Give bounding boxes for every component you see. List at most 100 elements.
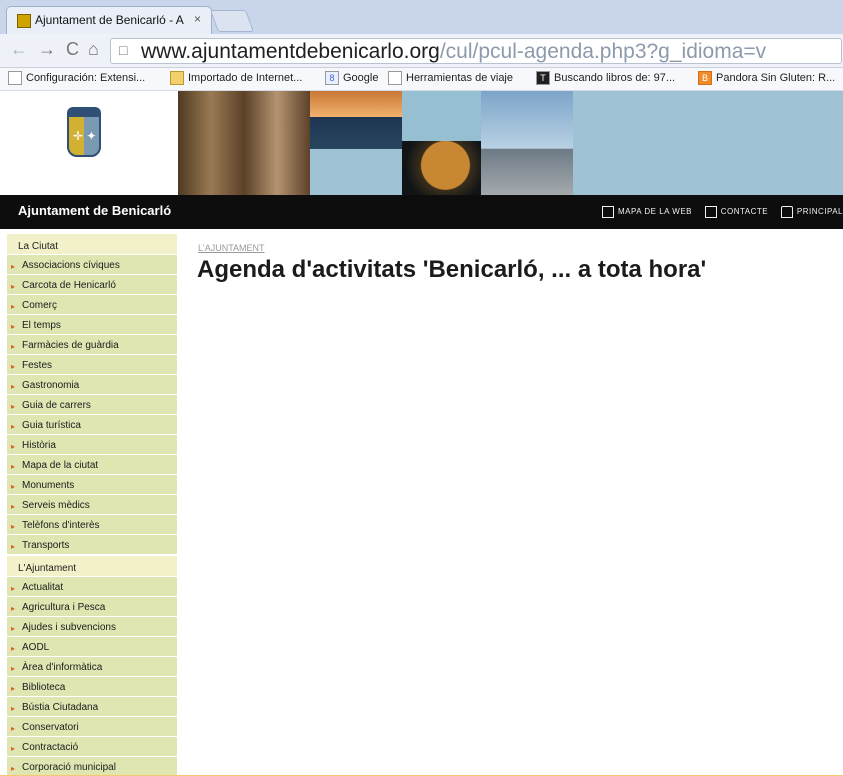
sidebar-item[interactable]: ▸ Gastronomia xyxy=(7,374,177,394)
arrow-icon: ▸ xyxy=(11,342,16,351)
arrow-icon: ▸ xyxy=(11,542,16,551)
sidebar-item[interactable]: ▸ Contractació xyxy=(7,736,177,756)
sidebar-item[interactable]: ▸ Telèfons d'interès xyxy=(7,514,177,534)
url-host: www.ajuntamentdebenicarlo.org xyxy=(141,40,440,63)
arrow-icon: ▸ xyxy=(11,322,16,331)
bookmark-label: Pandora Sin Gluten: R... xyxy=(716,71,836,84)
bookmark-item[interactable]: Importado de Internet... xyxy=(170,71,302,87)
arrow-icon: ▸ xyxy=(11,724,16,733)
bookmark-label: Buscando libros de: 97... xyxy=(554,71,676,84)
arrow-icon: ▸ xyxy=(11,382,16,391)
arrow-icon: ▸ xyxy=(11,624,16,633)
sidebar-item[interactable]: ▸ Història xyxy=(7,434,177,454)
arrow-icon: ▸ xyxy=(11,522,16,531)
bookmark-item[interactable]: Configuración: Extensi... xyxy=(8,71,145,87)
url-text[interactable]: www.ajuntamentdebenicarlo.org/cul/pcul-a… xyxy=(141,40,766,64)
sidebar-item[interactable]: ▸ Farmàcies de guàrdia xyxy=(7,334,177,354)
sidebar-item[interactable]: ▸ Bústia Ciutadana xyxy=(7,696,177,716)
bookmark-label: Configuración: Extensi... xyxy=(26,71,146,84)
sidebar-item[interactable]: ▸ Conservatori xyxy=(7,716,177,736)
google-icon: 8 xyxy=(325,71,339,85)
sidebar-nav: La Ciutat ▸ Associacions cíviques ▸ Carcot… xyxy=(7,232,177,775)
home-link[interactable]: PRINCIPAL xyxy=(780,206,843,218)
arrow-icon: ▸ xyxy=(11,584,16,593)
arrow-icon: ▸ xyxy=(11,402,16,411)
sidebar-item[interactable]: ▸ Ajudes i subvencions xyxy=(7,616,177,636)
arrow-icon: ▸ xyxy=(11,482,16,491)
logo-area xyxy=(0,91,178,195)
blogger-icon: B xyxy=(698,71,712,85)
sidebar-item[interactable]: ▸ Comerç xyxy=(7,294,177,314)
tab-bar: Ajuntament de Benicarló - A × xyxy=(0,0,843,34)
arrow-icon: ▸ xyxy=(11,764,16,773)
mail-icon xyxy=(704,206,717,218)
arrow-icon: ▸ xyxy=(11,644,16,653)
sidebar-item[interactable]: ▸ Mapa de la ciutat xyxy=(7,454,177,474)
arrow-icon: ▸ xyxy=(11,282,16,291)
sidebar-item[interactable]: ▸ Carcota de Henicarló xyxy=(7,274,177,294)
arrow-icon: ▸ xyxy=(11,664,16,673)
bookmark-item[interactable]: T Buscando libros de: 97... xyxy=(536,71,675,87)
map-icon xyxy=(602,206,614,218)
folder-icon xyxy=(170,71,184,85)
sidebar-item[interactable]: ▸ Transports xyxy=(7,534,177,554)
paella-image xyxy=(402,141,481,195)
sidebar-section: L'Ajuntament xyxy=(7,554,177,576)
sidebar-item[interactable]: ▸ El temps xyxy=(7,314,177,334)
site-title[interactable]: Ajuntament de Benicarló xyxy=(18,203,171,218)
coat-of-arms-logo[interactable] xyxy=(67,107,101,157)
breadcrumb[interactable]: L'AJUNTAMENT xyxy=(198,243,265,253)
contact-link[interactable]: CONTACTE xyxy=(704,206,768,218)
sidebar-item[interactable]: ▸ Biblioteca xyxy=(7,676,177,696)
arrow-icon: ▸ xyxy=(11,744,16,753)
church-facade-image xyxy=(178,91,310,195)
browser-toolbar: ← → C ⌂ □ www.ajuntamentdebenicarlo.org/… xyxy=(0,34,843,68)
header-banner xyxy=(178,91,843,195)
sidebar-item[interactable]: ▸ Festes xyxy=(7,354,177,374)
tab-title: Ajuntament de Benicarló - A xyxy=(35,13,184,27)
arrow-icon: ▸ xyxy=(11,422,16,431)
home-icon xyxy=(780,206,793,218)
address-bar[interactable]: □ www.ajuntamentdebenicarlo.org/cul/pcul… xyxy=(110,38,842,64)
site-header-bar: Ajuntament de Benicarló MAPA DE LA WEB C… xyxy=(0,195,843,229)
home-icon[interactable]: ⌂ xyxy=(88,39,99,60)
sidebar-item[interactable]: ▸ Monuments xyxy=(7,474,177,494)
arrow-icon: ▸ xyxy=(11,262,16,271)
sidebar-item[interactable]: ▸ Guia de carrers xyxy=(7,394,177,414)
back-icon[interactable]: ← xyxy=(10,39,28,60)
arrow-icon: ▸ xyxy=(11,442,16,451)
sidebar-item[interactable]: ▸ Àrea d'informàtica xyxy=(7,656,177,676)
t-icon: T xyxy=(536,71,550,85)
arrow-icon: ▸ xyxy=(11,502,16,511)
bookmark-label: Herramientas de viaje xyxy=(406,71,513,84)
sidebar-item[interactable]: ▸ Actualitat xyxy=(7,576,177,596)
reload-icon[interactable]: C xyxy=(66,39,79,60)
bookmark-item[interactable]: Herramientas de viaje xyxy=(388,71,513,87)
arrow-icon: ▸ xyxy=(11,362,16,371)
bookmark-item[interactable]: 8 Google xyxy=(325,71,378,87)
forward-icon[interactable]: → xyxy=(38,39,56,60)
page-icon xyxy=(388,71,402,85)
new-tab-button[interactable] xyxy=(209,10,255,32)
site-map-link[interactable]: MAPA DE LA WEB xyxy=(602,206,692,218)
website: Ajuntament de Benicarló MAPA DE LA WEB C… xyxy=(0,91,843,775)
bookmarks-bar: Configuración: Extensi... Importado de I… xyxy=(0,68,843,91)
favicon-icon xyxy=(17,14,31,28)
page-icon: □ xyxy=(119,42,128,58)
close-tab-icon[interactable]: × xyxy=(194,12,201,26)
sidebar-item[interactable]: ▸ AODL xyxy=(7,636,177,656)
arrow-icon: ▸ xyxy=(11,604,16,613)
page-title: Agenda d'activitats 'Benicarló, ... a to… xyxy=(197,256,707,283)
header-links: MAPA DE LA WEB CONTACTE PRINCIPAL xyxy=(592,206,843,218)
sunset-lake-image xyxy=(310,91,402,149)
sidebar-item[interactable]: ▸ Guia turística xyxy=(7,414,177,434)
sidebar-item[interactable]: ▸ Corporació municipal xyxy=(7,756,177,776)
bookmark-item[interactable]: B Pandora Sin Gluten: R... xyxy=(698,71,835,87)
sky-image xyxy=(402,91,481,141)
sidebar-item[interactable]: ▸ Serveis mèdics xyxy=(7,494,177,514)
browser-tab[interactable]: Ajuntament de Benicarló - A × xyxy=(6,6,212,34)
seafront-image xyxy=(481,91,573,195)
sidebar-item[interactable]: ▸ Agricultura i Pesca xyxy=(7,596,177,616)
page-icon xyxy=(8,71,22,85)
sidebar-item[interactable]: ▸ Associacions cíviques xyxy=(7,254,177,274)
